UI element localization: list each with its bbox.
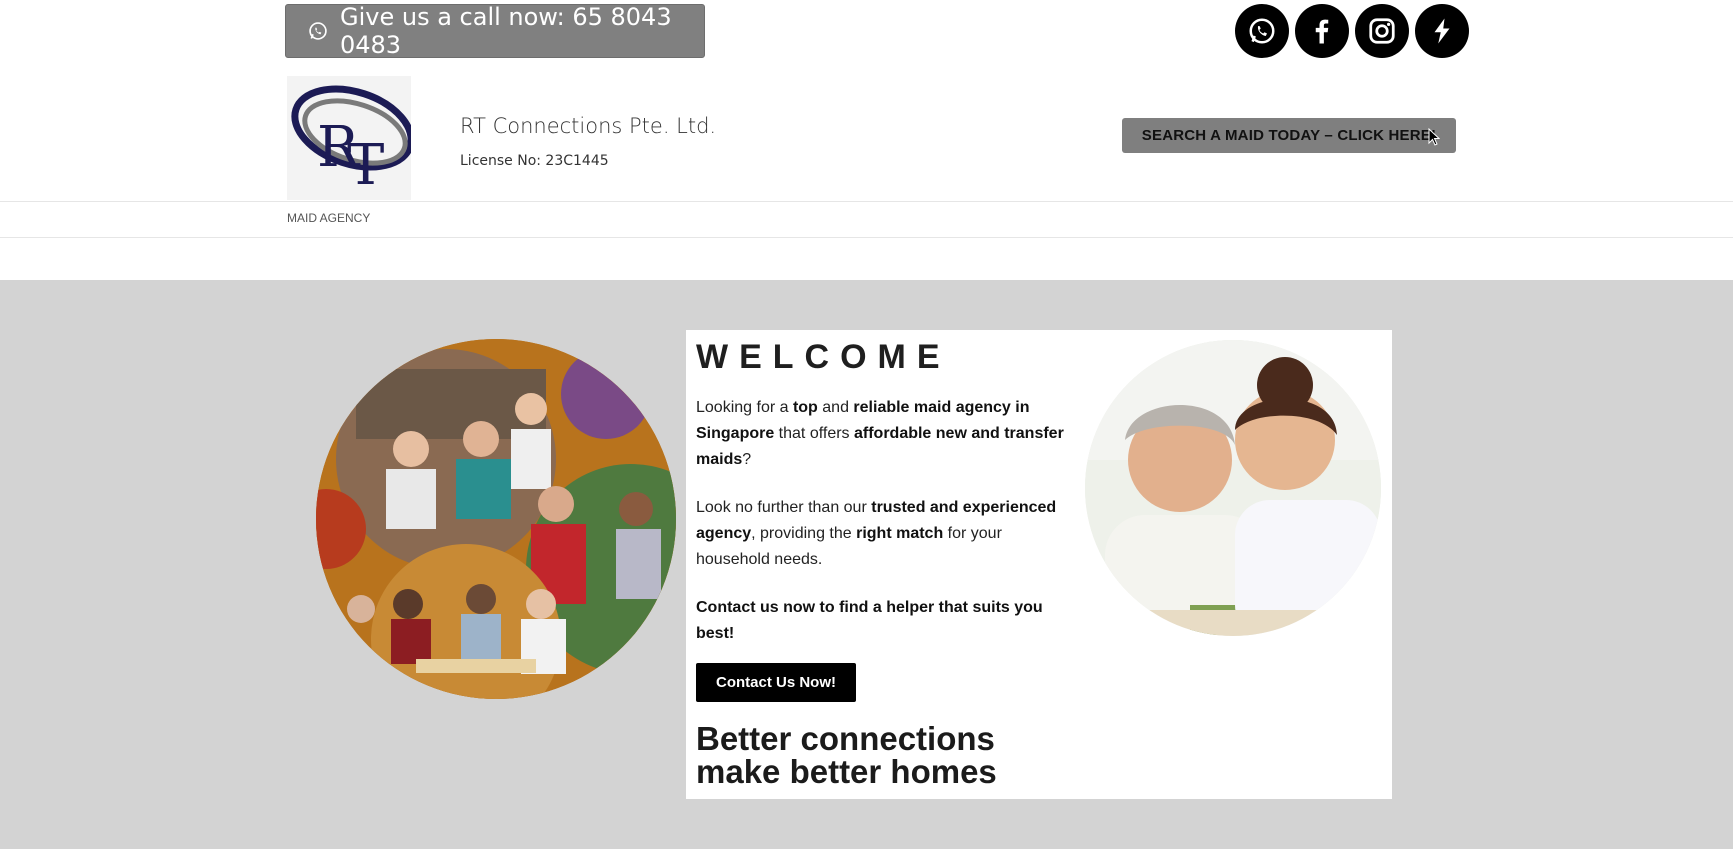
nav-item-maid-agency[interactable]: MAID AGENCY (287, 211, 370, 225)
intro-paragraph: Looking for a top and reliable maid agen… (696, 399, 1064, 468)
call-now-button[interactable]: Give us a call now: 65 8043 0483 (285, 3, 705, 59)
instagram-icon (1369, 18, 1395, 44)
svg-text:T: T (347, 133, 384, 198)
company-logo[interactable]: R T (287, 76, 415, 200)
whatsapp-icon (1249, 18, 1275, 44)
whatsapp-link[interactable] (1235, 4, 1289, 58)
nav-top-border (0, 201, 1733, 202)
facebook-link[interactable] (1295, 4, 1349, 58)
tagline-heading: Better connections make better homes (696, 722, 997, 788)
welcome-card: WELCOME Looking for a top and reliable m… (686, 330, 1392, 799)
contact-cta-text: Contact us now to find a helper that sui… (696, 599, 1043, 642)
instagram-link[interactable] (1355, 4, 1409, 58)
trust-paragraph: Look no further than our trusted and exp… (696, 499, 1057, 568)
facebook-icon (1315, 19, 1329, 44)
social-links (1235, 4, 1469, 58)
search-maid-button[interactable]: SEARCH A MAID TODAY – CLICK HERE! (1122, 118, 1456, 153)
elderly-care-collage-image (316, 339, 676, 699)
call-now-label: Give us a call now: 65 8043 0483 (340, 3, 672, 59)
contact-us-button[interactable]: Contact Us Now! (696, 663, 856, 702)
rt-logo-mark: R T (291, 85, 415, 198)
tagline-line-1: Better connections (696, 720, 995, 757)
lightning-link[interactable] (1415, 4, 1469, 58)
mouse-cursor-icon (1428, 128, 1440, 146)
tagline-line-2: make better homes (696, 753, 997, 790)
welcome-heading: WELCOME (696, 338, 951, 376)
nav-bottom-border (0, 237, 1733, 238)
company-name: RT Connections Pte. Ltd. (460, 114, 717, 138)
whatsapp-icon (309, 22, 327, 40)
caregiver-with-elderly-image (1085, 340, 1381, 636)
lightning-icon (1434, 18, 1450, 44)
license-number: License No: 23C1445 (460, 153, 609, 169)
